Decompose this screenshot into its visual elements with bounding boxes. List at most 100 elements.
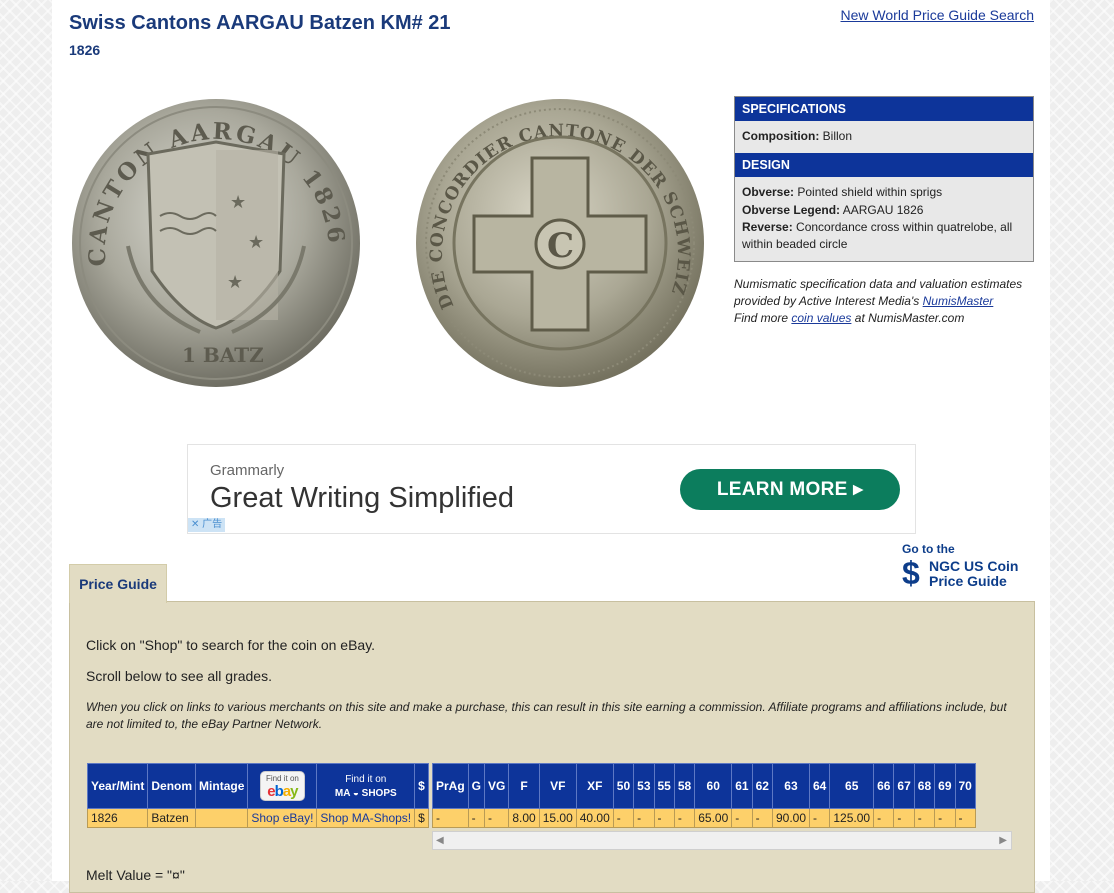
specifications-header: SPECIFICATIONS (735, 97, 1033, 121)
col-grade-63: 63 (771, 763, 811, 809)
scroll-instruction: Scroll below to see all grades. (86, 668, 272, 684)
col-grade-70: 70 (954, 763, 976, 809)
col-grade-60: 60 (694, 763, 733, 809)
cell-price-60: 65.00 (694, 808, 733, 828)
cell-price-69: - (934, 808, 956, 828)
dollar-icon: $ (902, 555, 920, 591)
table-row: - - -8.00 15.00 40.00- - - -65.00- -90.00-125.00… (432, 808, 976, 828)
shop-ebay-link[interactable]: Shop eBay! (251, 811, 313, 825)
cell-price-vf: 15.00 (538, 808, 577, 828)
col-grade-67: 67 (893, 763, 915, 809)
col-grade-62: 62 (751, 763, 773, 809)
cell-price-66: - (873, 808, 895, 828)
coin-obverse-image: CANTON AARGAU 1826 ★ ★ ★ 1 BATZ (72, 99, 360, 387)
cell-price-53: - (633, 808, 655, 828)
design-header: DESIGN (735, 153, 1033, 177)
obverse-value: Pointed shield within sprigs (797, 185, 943, 199)
obverse-legend-value: AARGAU 1826 (842, 203, 924, 217)
page-title: Swiss Cantons AARGAU Batzen KM# 21 (69, 12, 451, 34)
col-year-mint: Year/Mint (86, 763, 149, 809)
col-grade-50: 50 (612, 763, 635, 809)
cell-price-vg: - (484, 808, 510, 828)
svg-text:★: ★ (227, 272, 243, 292)
ngc-price-guide-link[interactable]: Go to the $ NGC US Coin Price Guide (902, 542, 1042, 590)
col-grade-vf: VF (538, 763, 577, 809)
col-grade-g: G (467, 763, 486, 809)
col-grade-53: 53 (633, 763, 655, 809)
ebay-logo: Find it on ebay (259, 771, 305, 801)
reverse-label: Reverse: (742, 220, 793, 234)
affiliate-disclosure: When you click on links to various merch… (86, 700, 1007, 731)
col-grade-65: 65 (829, 763, 875, 809)
col-grade-vg: VG (484, 763, 510, 809)
shop-ma-shops-link[interactable]: Shop MA-Shops! (320, 811, 411, 825)
chevron-right-icon: ▸ (853, 479, 864, 500)
col-denom: Denom (147, 763, 197, 809)
cell-dollar: $ (414, 808, 429, 828)
col-mintage: Mintage (195, 763, 249, 809)
col-grade-f: F (508, 763, 540, 809)
cell-price-64: - (808, 808, 831, 828)
page-subtitle: 1826 (69, 42, 101, 58)
advertisement-banner[interactable]: Grammarly Great Writing Simplified LEARN… (187, 444, 916, 534)
ma-shops-logo: Find it on MA ◒ SHOPS (334, 773, 397, 799)
scroll-right-icon[interactable]: ▶ (999, 832, 1007, 849)
ad-choices-badge[interactable]: ✕ 广告 (188, 518, 226, 532)
cell-year: 1826 (86, 808, 149, 828)
cell-price-f: 8.00 (508, 808, 540, 828)
col-grade-69: 69 (934, 763, 956, 809)
credit-find-more: Find more (734, 311, 789, 325)
close-icon[interactable]: ✕ (191, 519, 199, 530)
cell-price-67: - (893, 808, 915, 828)
ad-headline: Great Writing Simplified (210, 482, 515, 514)
col-grade-64: 64 (808, 763, 831, 809)
col-ebay: Find it on ebay (247, 763, 318, 809)
cell-price-61: - (731, 808, 753, 828)
cell-price-63: 90.00 (771, 808, 811, 828)
obverse-legend-label: Obverse Legend: (742, 203, 841, 217)
svg-text:★: ★ (230, 192, 246, 212)
coin-reverse-image: DIE CONCORDIER CANTONE DER SCHWEIZ C (416, 99, 704, 387)
composition-value: Billon (822, 129, 853, 143)
cell-price-70: - (954, 808, 976, 828)
price-guide-search-link[interactable]: New World Price Guide Search (841, 7, 1034, 23)
cell-price-65: 125.00 (829, 808, 875, 828)
credit-site: at NumisMaster.com (854, 311, 965, 325)
col-grade-68: 68 (913, 763, 936, 809)
price-table-fixed: Year/Mint Denom Mintage Find it on ebay … (86, 763, 429, 828)
coin-values-link[interactable]: coin values (791, 311, 851, 325)
scroll-left-icon[interactable]: ◀ (436, 832, 444, 849)
col-grade-prag: PrAg (432, 763, 469, 809)
ad-brand: Grammarly (210, 462, 285, 479)
tab-price-guide[interactable]: Price Guide (69, 564, 167, 603)
reverse-center-letter: C (547, 226, 574, 266)
numismaster-credit: Numismatic specification data and valuat… (734, 276, 1034, 327)
cell-price-58: - (673, 808, 696, 828)
col-grade-58: 58 (673, 763, 696, 809)
page-container: Swiss Cantons AARGAU Batzen KM# 21 1826 … (52, 0, 1050, 893)
cell-price-55: - (653, 808, 675, 828)
numismaster-link[interactable]: NumisMaster (923, 294, 994, 308)
col-ma-shops: Find it on MA ◒ SHOPS (316, 763, 416, 809)
price-guide-panel: Click on "Shop" to search for the coin o… (69, 601, 1035, 893)
ad-learn-more-button[interactable]: LEARN MORE ▸ (680, 469, 900, 510)
cell-mintage (195, 808, 249, 828)
col-grade-55: 55 (653, 763, 675, 809)
cell-price-50: - (612, 808, 635, 828)
col-dollar: $ (414, 763, 429, 809)
ngc-link-text: NGC US Coin Price Guide (929, 558, 1019, 589)
specifications-box: SPECIFICATIONS Composition: Billon DESIG… (734, 96, 1034, 262)
obverse-denomination: 1 BATZ (182, 343, 264, 367)
composition-label: Composition: (742, 129, 820, 143)
cell-price-62: - (751, 808, 773, 828)
table-horizontal-scrollbar[interactable]: ◀ ▶ (432, 831, 1012, 850)
col-grade-xf: XF (575, 763, 614, 809)
svg-text:★: ★ (248, 232, 264, 252)
cell-price-xf: 40.00 (575, 808, 614, 828)
shop-instruction: Click on "Shop" to search for the coin o… (86, 637, 376, 653)
cell-price-g: - (467, 808, 486, 828)
obverse-label: Obverse: (742, 185, 795, 199)
price-table-grades: PrAg G VG F VF XF 50 53 55 58 60 61 62 63 64 65 66 67 68 69… (432, 763, 976, 828)
col-grade-61: 61 (731, 763, 753, 809)
ngc-goto-text: Go to the (902, 542, 955, 556)
